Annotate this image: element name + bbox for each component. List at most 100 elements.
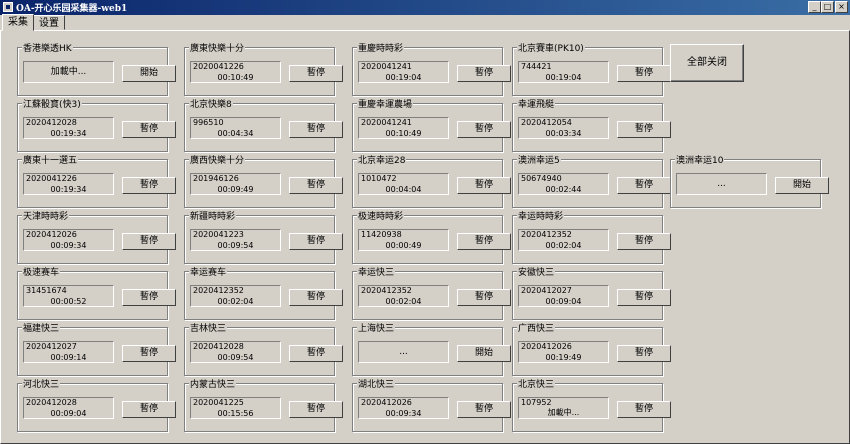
issue-number: 1010472	[361, 174, 397, 183]
pause-button[interactable]: 暫停	[617, 289, 671, 306]
lottery-panel: 重慶時時彩 2020041241 00:19:04 暫停	[352, 41, 511, 96]
lottery-panel: 广西快三 2020412026 00:19:49 暫停	[512, 321, 671, 376]
status-box: 107952 加載中...	[518, 397, 609, 419]
lottery-panel: 江蘇骰寶(快3) 2020412028 00:19:34 暫停	[17, 97, 176, 152]
status-box: 2020041241 00:19:04	[358, 61, 449, 83]
pause-button[interactable]: 暫停	[457, 65, 511, 82]
countdown-time: 00:09:54	[217, 241, 254, 250]
panel-title: 幸运快三	[357, 265, 396, 278]
pause-button[interactable]: 暫停	[289, 289, 343, 306]
pause-button[interactable]: 暫停	[289, 177, 343, 194]
status-box: 2020412026 00:19:49	[518, 341, 609, 363]
close-all-button[interactable]: 全部关闭	[670, 44, 744, 82]
panel-title: 廣西快樂十分	[189, 153, 246, 166]
tab-settings[interactable]: 设置	[33, 15, 65, 30]
lottery-panel: 幸运快三 2020412352 00:02:04 暫停	[352, 265, 511, 320]
lottery-panel: 北京幸运28 1010472 00:04:04 暫停	[352, 153, 511, 208]
pause-button[interactable]: 暫停	[457, 401, 511, 418]
issue-number: 2020041226	[193, 62, 244, 71]
lottery-panel: 福建快三 2020412027 00:09:14 暫停	[17, 321, 176, 376]
lottery-panel: 香港樂透HK 加載中... 開始	[17, 41, 176, 96]
panel-title: 北京快樂8	[189, 97, 233, 110]
panel-title: 湖北快三	[357, 377, 396, 390]
start-button[interactable]: 開始	[775, 177, 829, 194]
panel-title: 内蒙古快三	[189, 377, 237, 390]
status-box: 2020412028 00:09:04	[23, 397, 114, 419]
panel-title: 上海快三	[357, 321, 396, 334]
panel-title: 北京賽車(PK10)	[517, 41, 585, 54]
pause-button[interactable]: 暫停	[457, 233, 511, 250]
pause-button[interactable]: 暫停	[457, 121, 511, 138]
issue-number: 2020412027	[521, 286, 572, 295]
status-box: 744421 00:19:04	[518, 61, 609, 83]
close-icon[interactable]: ×	[835, 1, 848, 13]
status-box: 11420938 00:00:49	[358, 229, 449, 251]
lottery-panel: 新疆時時彩 2020041223 00:09:54 暫停	[184, 209, 343, 264]
status-box: 996510 00:04:34	[190, 117, 281, 139]
maximize-icon[interactable]: □	[821, 1, 834, 13]
status-box: 50674940 00:02:44	[518, 173, 609, 195]
countdown-time: 00:09:34	[50, 241, 87, 250]
title-bar[interactable]: OA-开心乐园采集器-web1 _ □ ×	[0, 0, 850, 15]
countdown-time: 00:00:49	[385, 241, 422, 250]
pause-button[interactable]: 暫停	[122, 345, 176, 362]
countdown-time: 00:09:34	[385, 409, 422, 418]
issue-number: 2020041226	[26, 174, 77, 183]
countdown-time: 00:02:44	[545, 185, 582, 194]
panel-title: 河北快三	[22, 377, 61, 390]
countdown-time: 00:09:54	[217, 353, 254, 362]
pause-button[interactable]: 暫停	[122, 177, 176, 194]
pause-button[interactable]: 暫停	[617, 233, 671, 250]
panel-title: 新疆時時彩	[189, 209, 237, 222]
countdown-time: 00:19:34	[50, 185, 87, 194]
pause-button[interactable]: 暫停	[617, 121, 671, 138]
pause-button[interactable]: 暫停	[289, 345, 343, 362]
countdown-time: 00:03:34	[545, 129, 582, 138]
pause-button[interactable]: 暫停	[122, 401, 176, 418]
pause-button[interactable]: 暫停	[289, 121, 343, 138]
pause-button[interactable]: 暫停	[122, 289, 176, 306]
lottery-panel: 廣西快樂十分 201946126 00:09:49 暫停	[184, 153, 343, 208]
lottery-panel: 极速赛车 31451674 00:00:52 暫停	[17, 265, 176, 320]
status-box: 2020041225 00:15:56	[190, 397, 281, 419]
countdown-time: 00:02:04	[385, 297, 422, 306]
status-box: 2020041226 00:19:34	[23, 173, 114, 195]
pause-button[interactable]: 暫停	[289, 401, 343, 418]
pause-button[interactable]: 暫停	[457, 177, 511, 194]
status-box: 2020412026 00:09:34	[23, 229, 114, 251]
start-button[interactable]: 開始	[457, 345, 511, 362]
lottery-panel: 吉林快三 2020412028 00:09:54 暫停	[184, 321, 343, 376]
minimize-icon[interactable]: _	[808, 1, 821, 13]
tab-collect[interactable]: 采集	[2, 14, 34, 31]
panel-title: 吉林快三	[189, 321, 228, 334]
start-button[interactable]: 開始	[122, 65, 176, 82]
status-box: 1010472 00:04:04	[358, 173, 449, 195]
pause-button[interactable]: 暫停	[122, 233, 176, 250]
app-icon	[3, 2, 13, 12]
countdown-time: 00:19:04	[545, 73, 582, 82]
panel-title: 幸運飛艇	[517, 97, 556, 110]
pause-button[interactable]: 暫停	[457, 289, 511, 306]
pause-button[interactable]: 暫停	[289, 65, 343, 82]
lottery-panel: 廣東十一選五 2020041226 00:19:34 暫停	[17, 153, 176, 208]
status-box: 加載中...	[23, 61, 114, 83]
pause-button[interactable]: 暫停	[122, 121, 176, 138]
lottery-panel: 北京賽車(PK10) 744421 00:19:04 暫停	[512, 41, 671, 96]
pause-button[interactable]: 暫停	[617, 401, 671, 418]
status-box: 2020412027 00:09:14	[23, 341, 114, 363]
pause-button[interactable]: 暫停	[617, 345, 671, 362]
lottery-panel: 内蒙古快三 2020041225 00:15:56 暫停	[184, 377, 343, 432]
lottery-panel: 幸運飛艇 2020412054 00:03:34 暫停	[512, 97, 671, 152]
countdown-time: 00:19:49	[545, 353, 582, 362]
countdown-time: 00:00:52	[50, 297, 87, 306]
lottery-panel: 重慶幸運農場 2020041241 00:10:49 暫停	[352, 97, 511, 152]
countdown-time: 00:19:04	[385, 73, 422, 82]
lottery-panel: 湖北快三 2020412026 00:09:34 暫停	[352, 377, 511, 432]
pause-button[interactable]: 暫停	[617, 65, 671, 82]
panel-title: 北京快三	[517, 377, 556, 390]
pause-button[interactable]: 暫停	[617, 177, 671, 194]
issue-number: 2020412027	[26, 342, 77, 351]
issue-number: 11420938	[361, 230, 402, 239]
pause-button[interactable]: 暫停	[289, 233, 343, 250]
status-text: 加載中...	[50, 67, 87, 77]
